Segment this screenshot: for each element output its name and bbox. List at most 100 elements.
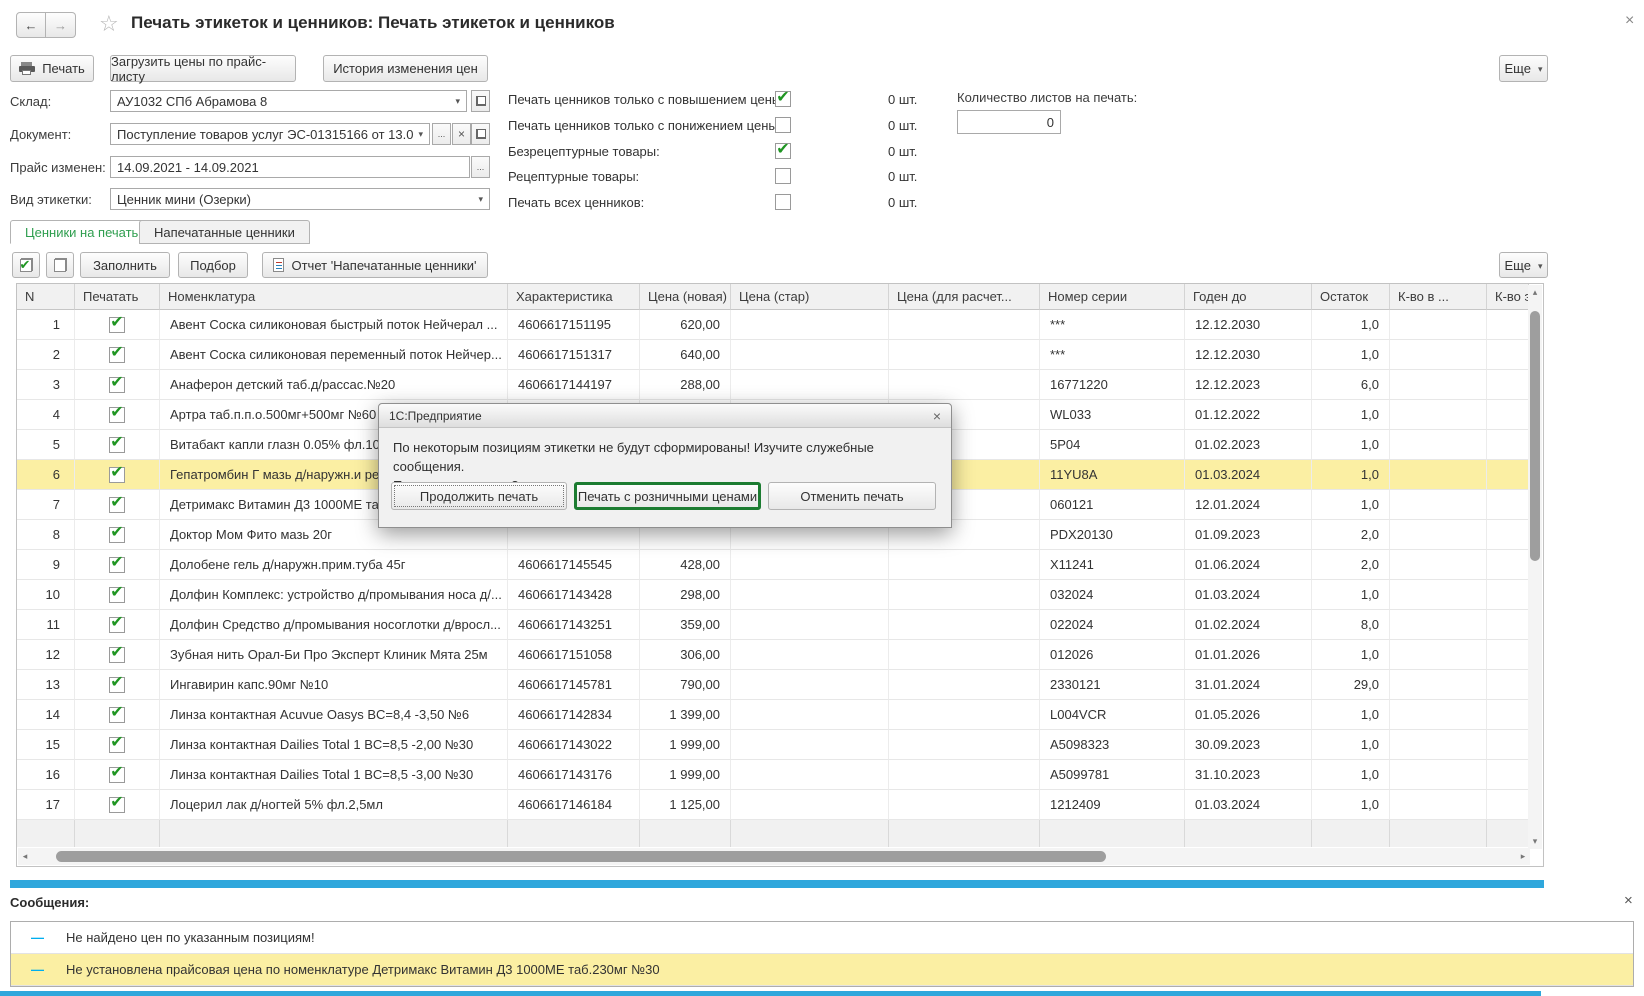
scroll-right-icon[interactable]: ▸ [1516, 851, 1530, 862]
more-button-top[interactable]: Еще▾ [1499, 55, 1548, 82]
document-field[interactable]: Поступление товаров услуг ЭС-01315166 от… [110, 123, 430, 145]
table-row[interactable]: 17✔Лоцерил лак д/ногтей 5% фл.2,5мл46066… [17, 790, 1543, 820]
tab-printed-price-tags[interactable]: Напечатанные ценники [139, 220, 310, 244]
price-changed-field[interactable]: 14.09.2021 - 14.09.2021 [110, 156, 470, 178]
row-print-checkbox[interactable]: ✔ [109, 347, 125, 363]
column-header[interactable]: Номер серии [1040, 284, 1185, 310]
table-row[interactable]: 15✔Линза контактная Dailies Total 1 BC=8… [17, 730, 1543, 760]
message-item[interactable]: —Не установлена прайсовая цена по номенк… [11, 954, 1633, 986]
print-button[interactable]: Печать [10, 55, 94, 82]
tab-price-tags-to-print[interactable]: Ценники на печать [10, 220, 153, 244]
row-print-checkbox[interactable]: ✔ [109, 797, 125, 813]
row-characteristic: 4606617142834 [508, 700, 640, 730]
table-row[interactable]: 12✔Зубная нить Орал-Би Про Эксперт Клини… [17, 640, 1543, 670]
dialog-titlebar[interactable]: 1С:Предприятие × [379, 404, 951, 428]
row-print-checkbox[interactable]: ✔ [109, 557, 125, 573]
fill-button[interactable]: Заполнить [80, 252, 170, 278]
row-print-checkbox[interactable]: ✔ [109, 587, 125, 603]
table-row[interactable]: 10✔Долфин Комплекс: устройство д/промыва… [17, 580, 1543, 610]
table-row[interactable]: 13✔Ингавирин капс.90мг №1046066171457817… [17, 670, 1543, 700]
document-open-button[interactable] [471, 123, 490, 145]
favorite-star-icon[interactable]: ☆ [99, 11, 119, 37]
table-row[interactable]: 2✔Авент Соска силиконовая переменный пот… [17, 340, 1543, 370]
filter-checkbox[interactable] [775, 194, 791, 210]
print-retail-prices-button[interactable]: Печать с розничными ценами [574, 482, 761, 510]
document-dropdown-icon[interactable]: ▾ [414, 129, 423, 140]
scroll-up-icon[interactable]: ▴ [1528, 287, 1542, 298]
dialog-close-icon[interactable]: × [933, 408, 941, 424]
filter-checkbox[interactable] [775, 168, 791, 184]
check-all-icon: ✔ [20, 258, 33, 272]
row-print-checkbox[interactable]: ✔ [109, 647, 125, 663]
row-series: 16771220 [1040, 370, 1185, 400]
row-print-checkbox[interactable]: ✔ [109, 737, 125, 753]
row-print-checkbox[interactable]: ✔ [109, 377, 125, 393]
column-header[interactable]: Номенклатура [160, 284, 508, 310]
uncheck-all-button[interactable] [46, 252, 74, 278]
document-ellipsis-button[interactable]: ... [432, 123, 451, 145]
row-print-checkbox[interactable]: ✔ [109, 527, 125, 543]
column-header[interactable]: Цена (новая) [640, 284, 731, 310]
column-header[interactable]: N [17, 284, 75, 310]
messages-close-icon[interactable]: × [1624, 892, 1633, 909]
horizontal-scrollbar[interactable]: ◂ ▸ [18, 848, 1530, 865]
horizontal-scroll-thumb[interactable] [56, 851, 1106, 862]
row-print-checkbox[interactable]: ✔ [109, 497, 125, 513]
column-header[interactable]: К-во в ... [1390, 284, 1487, 310]
table-row[interactable]: 16✔Линза контактная Dailies Total 1 BC=8… [17, 760, 1543, 790]
history-button[interactable]: История изменения цен [323, 55, 488, 82]
row-print-checkbox[interactable]: ✔ [109, 317, 125, 333]
scroll-left-icon[interactable]: ◂ [18, 851, 32, 862]
price-changed-ellipsis-button[interactable]: ... [471, 156, 490, 178]
check-all-button[interactable]: ✔ [12, 252, 40, 278]
sklad-field[interactable]: АУ1032 СПб Абрамова 8 ▾ [110, 90, 467, 112]
table-row[interactable]: 11✔Долфин Средство д/промывания носоглот… [17, 610, 1543, 640]
row-print-checkbox[interactable]: ✔ [109, 467, 125, 483]
vertical-scrollbar[interactable]: ▴ ▾ [1528, 285, 1542, 849]
vertical-scroll-thumb[interactable] [1530, 311, 1540, 561]
sheets-count-input[interactable]: 0 [957, 110, 1061, 134]
table-row[interactable]: 9✔Долобене гель д/наружн.прим.туба 45г46… [17, 550, 1543, 580]
row-print-checkbox[interactable]: ✔ [109, 677, 125, 693]
more-button-table[interactable]: Еще▾ [1499, 252, 1548, 278]
row-print-checkbox[interactable]: ✔ [109, 407, 125, 423]
window-close-icon[interactable]: × [1625, 12, 1634, 30]
row-stock: 2,0 [1312, 520, 1390, 550]
document-clear-button[interactable]: × [452, 123, 471, 145]
row-print-checkbox[interactable]: ✔ [109, 767, 125, 783]
continue-print-button[interactable]: Продолжить печать [391, 482, 567, 510]
sklad-open-button[interactable] [471, 90, 490, 112]
column-header[interactable]: Цена (стар) [731, 284, 889, 310]
column-header[interactable]: Остаток [1312, 284, 1390, 310]
forward-button[interactable]: → [46, 12, 76, 38]
column-header[interactable]: Характеристика [508, 284, 640, 310]
row-number: 14 [17, 700, 75, 730]
filter-checkbox[interactable] [775, 117, 791, 133]
scroll-down-icon[interactable]: ▾ [1528, 836, 1542, 847]
column-header[interactable]: Печатать [75, 284, 160, 310]
row-print-checkbox[interactable]: ✔ [109, 617, 125, 633]
filter-checkbox[interactable]: ✔ [775, 143, 791, 159]
table-row[interactable]: 3✔Анаферон детский таб.д/рассас.№2046066… [17, 370, 1543, 400]
column-header[interactable]: К-во эти [1487, 284, 1529, 310]
back-button[interactable]: ← [16, 12, 46, 38]
label-kind-field[interactable]: Ценник мини (Озерки) ▾ [110, 188, 490, 210]
column-header[interactable]: Цена (для расчет... [889, 284, 1040, 310]
row-print-checkbox[interactable]: ✔ [109, 437, 125, 453]
cancel-print-button[interactable]: Отменить печать [768, 482, 936, 510]
row-qty-labels [1487, 550, 1529, 580]
table-row[interactable]: 1✔Авент Соска силиконовая быстрый поток … [17, 310, 1543, 340]
table-row[interactable]: 14✔Линза контактная Acuvue Oasys BC=8,4 … [17, 700, 1543, 730]
row-print-checkbox[interactable]: ✔ [109, 707, 125, 723]
check-icon: ✔ [776, 90, 789, 106]
message-item[interactable]: —Не найдено цен по указанным позициям! [11, 922, 1633, 954]
messages-splitter[interactable] [10, 880, 1544, 888]
pick-button[interactable]: Подбор [178, 252, 248, 278]
column-header[interactable]: Годен до [1185, 284, 1312, 310]
report-button[interactable]: Отчет 'Напечатанные ценники' [262, 252, 488, 278]
load-prices-button[interactable]: Загрузить цены по прайс-листу [110, 55, 296, 82]
label-kind-dropdown-icon[interactable]: ▾ [474, 194, 483, 205]
filter-checkbox[interactable]: ✔ [775, 91, 791, 107]
sklad-dropdown-icon[interactable]: ▾ [451, 96, 460, 107]
row-number: 16 [17, 760, 75, 790]
